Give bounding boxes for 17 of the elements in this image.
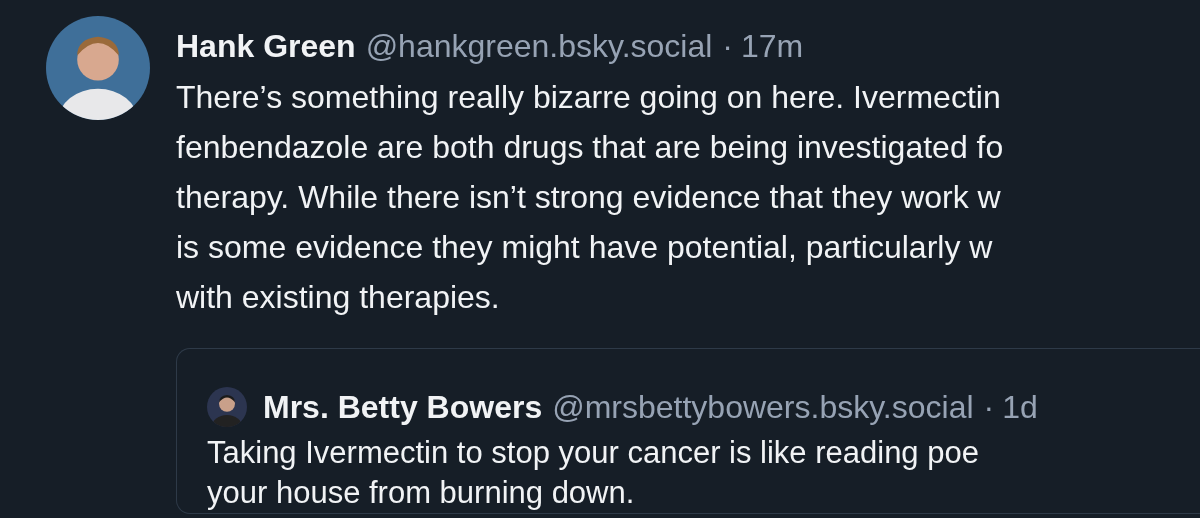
timestamp[interactable]: 17m xyxy=(741,22,804,70)
author-name[interactable]: Mrs. Betty Bowers xyxy=(263,383,543,431)
timestamp[interactable]: 1d xyxy=(1002,383,1038,431)
post-text-line: with existing therapies. xyxy=(176,278,500,317)
avatar[interactable] xyxy=(207,387,247,427)
separator: · xyxy=(722,27,733,66)
author-handle[interactable]: @mrsbettybowers.bsky.social xyxy=(552,383,974,431)
author-handle[interactable]: @hankgreen.bsky.social xyxy=(365,22,713,70)
post-text-line: There’s something really bizarre going on here. Ivermectin xyxy=(176,78,1001,117)
post-text-line: therapy. While there isn’t strong evidence that they work w xyxy=(176,178,1001,217)
quoted-text-line: Taking Ivermectin to stop your cancer is like reading poe xyxy=(207,434,979,472)
quoted-post[interactable]: Mrs. Betty Bowers @mrsbettybowers.bsky.social · 1d Taking Ivermectin to stop your cancer is like reading poe your house from burning down. xyxy=(176,348,1200,514)
post-text-line: fenbendazole are both drugs that are being investigated fo xyxy=(176,128,1004,167)
post-text-line: is some evidence they might have potential, particularly w xyxy=(176,228,993,267)
quoted-text-line: your house from burning down. xyxy=(207,474,635,512)
author-name[interactable]: Hank Green xyxy=(176,22,356,70)
separator: · xyxy=(983,388,995,427)
